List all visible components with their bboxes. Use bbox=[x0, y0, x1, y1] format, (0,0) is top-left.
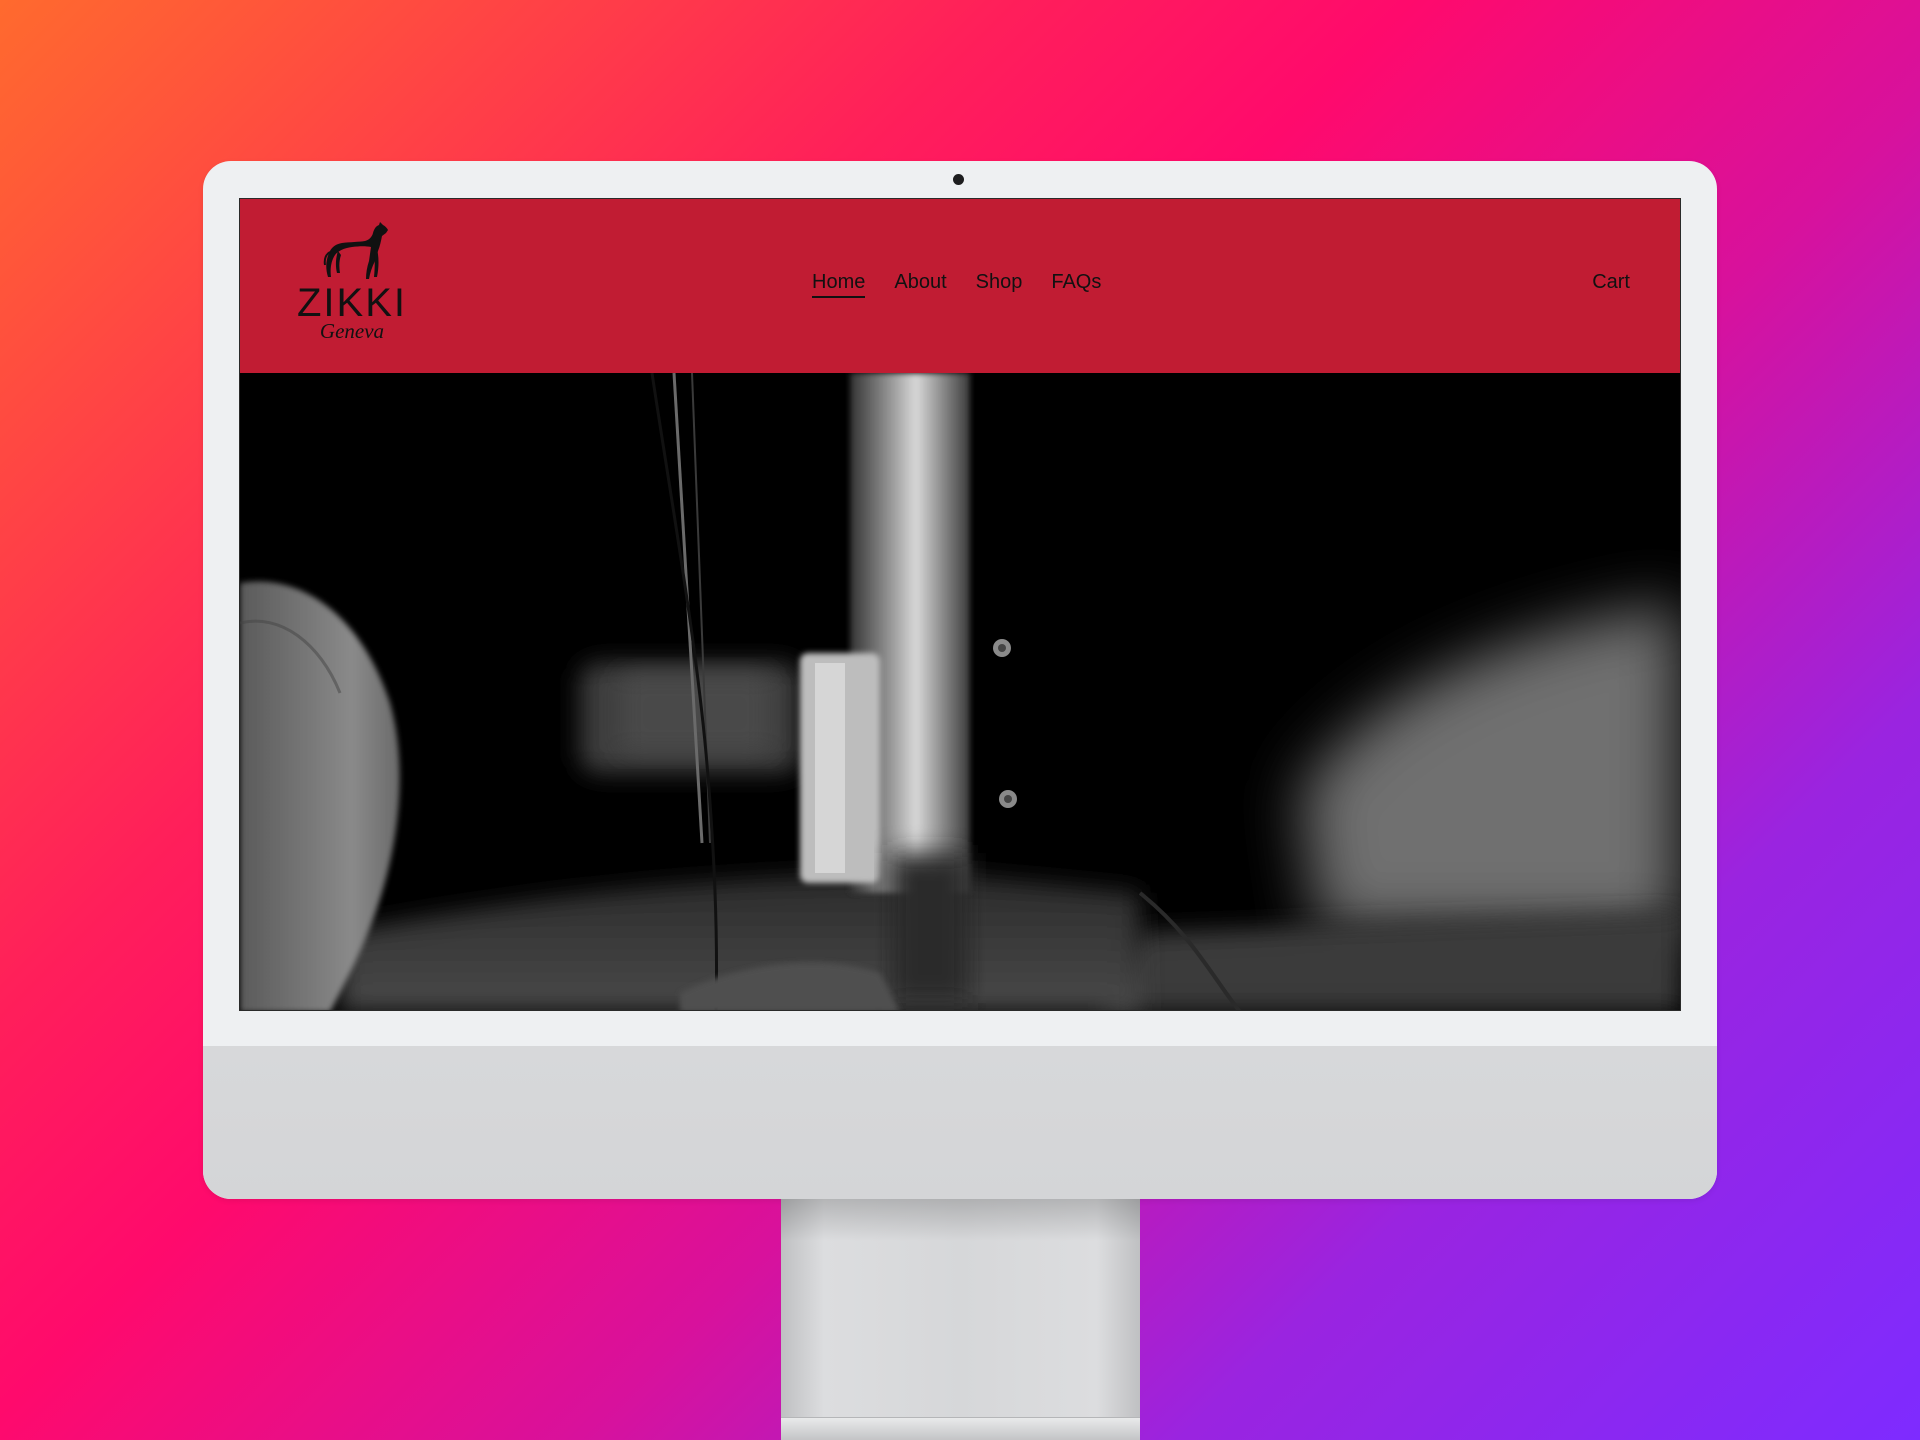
monitor-chin bbox=[203, 1046, 1717, 1199]
sewing-machine-photo bbox=[240, 373, 1680, 1010]
stand-foot bbox=[781, 1417, 1140, 1440]
logo[interactable]: ZIKKI Geneva bbox=[282, 221, 422, 346]
screen: ZIKKI Geneva Home About Shop FAQs Cart bbox=[239, 198, 1681, 1011]
nav-home[interactable]: Home bbox=[812, 269, 866, 298]
logo-wordmark: ZIKKI bbox=[296, 281, 408, 325]
cart-link[interactable]: Cart bbox=[1592, 269, 1630, 295]
nav-shop[interactable]: Shop bbox=[976, 269, 1023, 295]
site-header: ZIKKI Geneva Home About Shop FAQs Cart bbox=[240, 199, 1680, 373]
monitor-stand bbox=[781, 1199, 1140, 1440]
nav-faqs[interactable]: FAQs bbox=[1051, 269, 1101, 295]
camera-dot-icon bbox=[953, 174, 964, 185]
hero-image bbox=[240, 373, 1680, 1010]
logo-subtitle: Geneva bbox=[319, 319, 385, 343]
nav-about[interactable]: About bbox=[894, 269, 946, 295]
main-nav: Home About Shop FAQs bbox=[812, 269, 1101, 299]
greyhound-dog-icon bbox=[323, 222, 388, 279]
